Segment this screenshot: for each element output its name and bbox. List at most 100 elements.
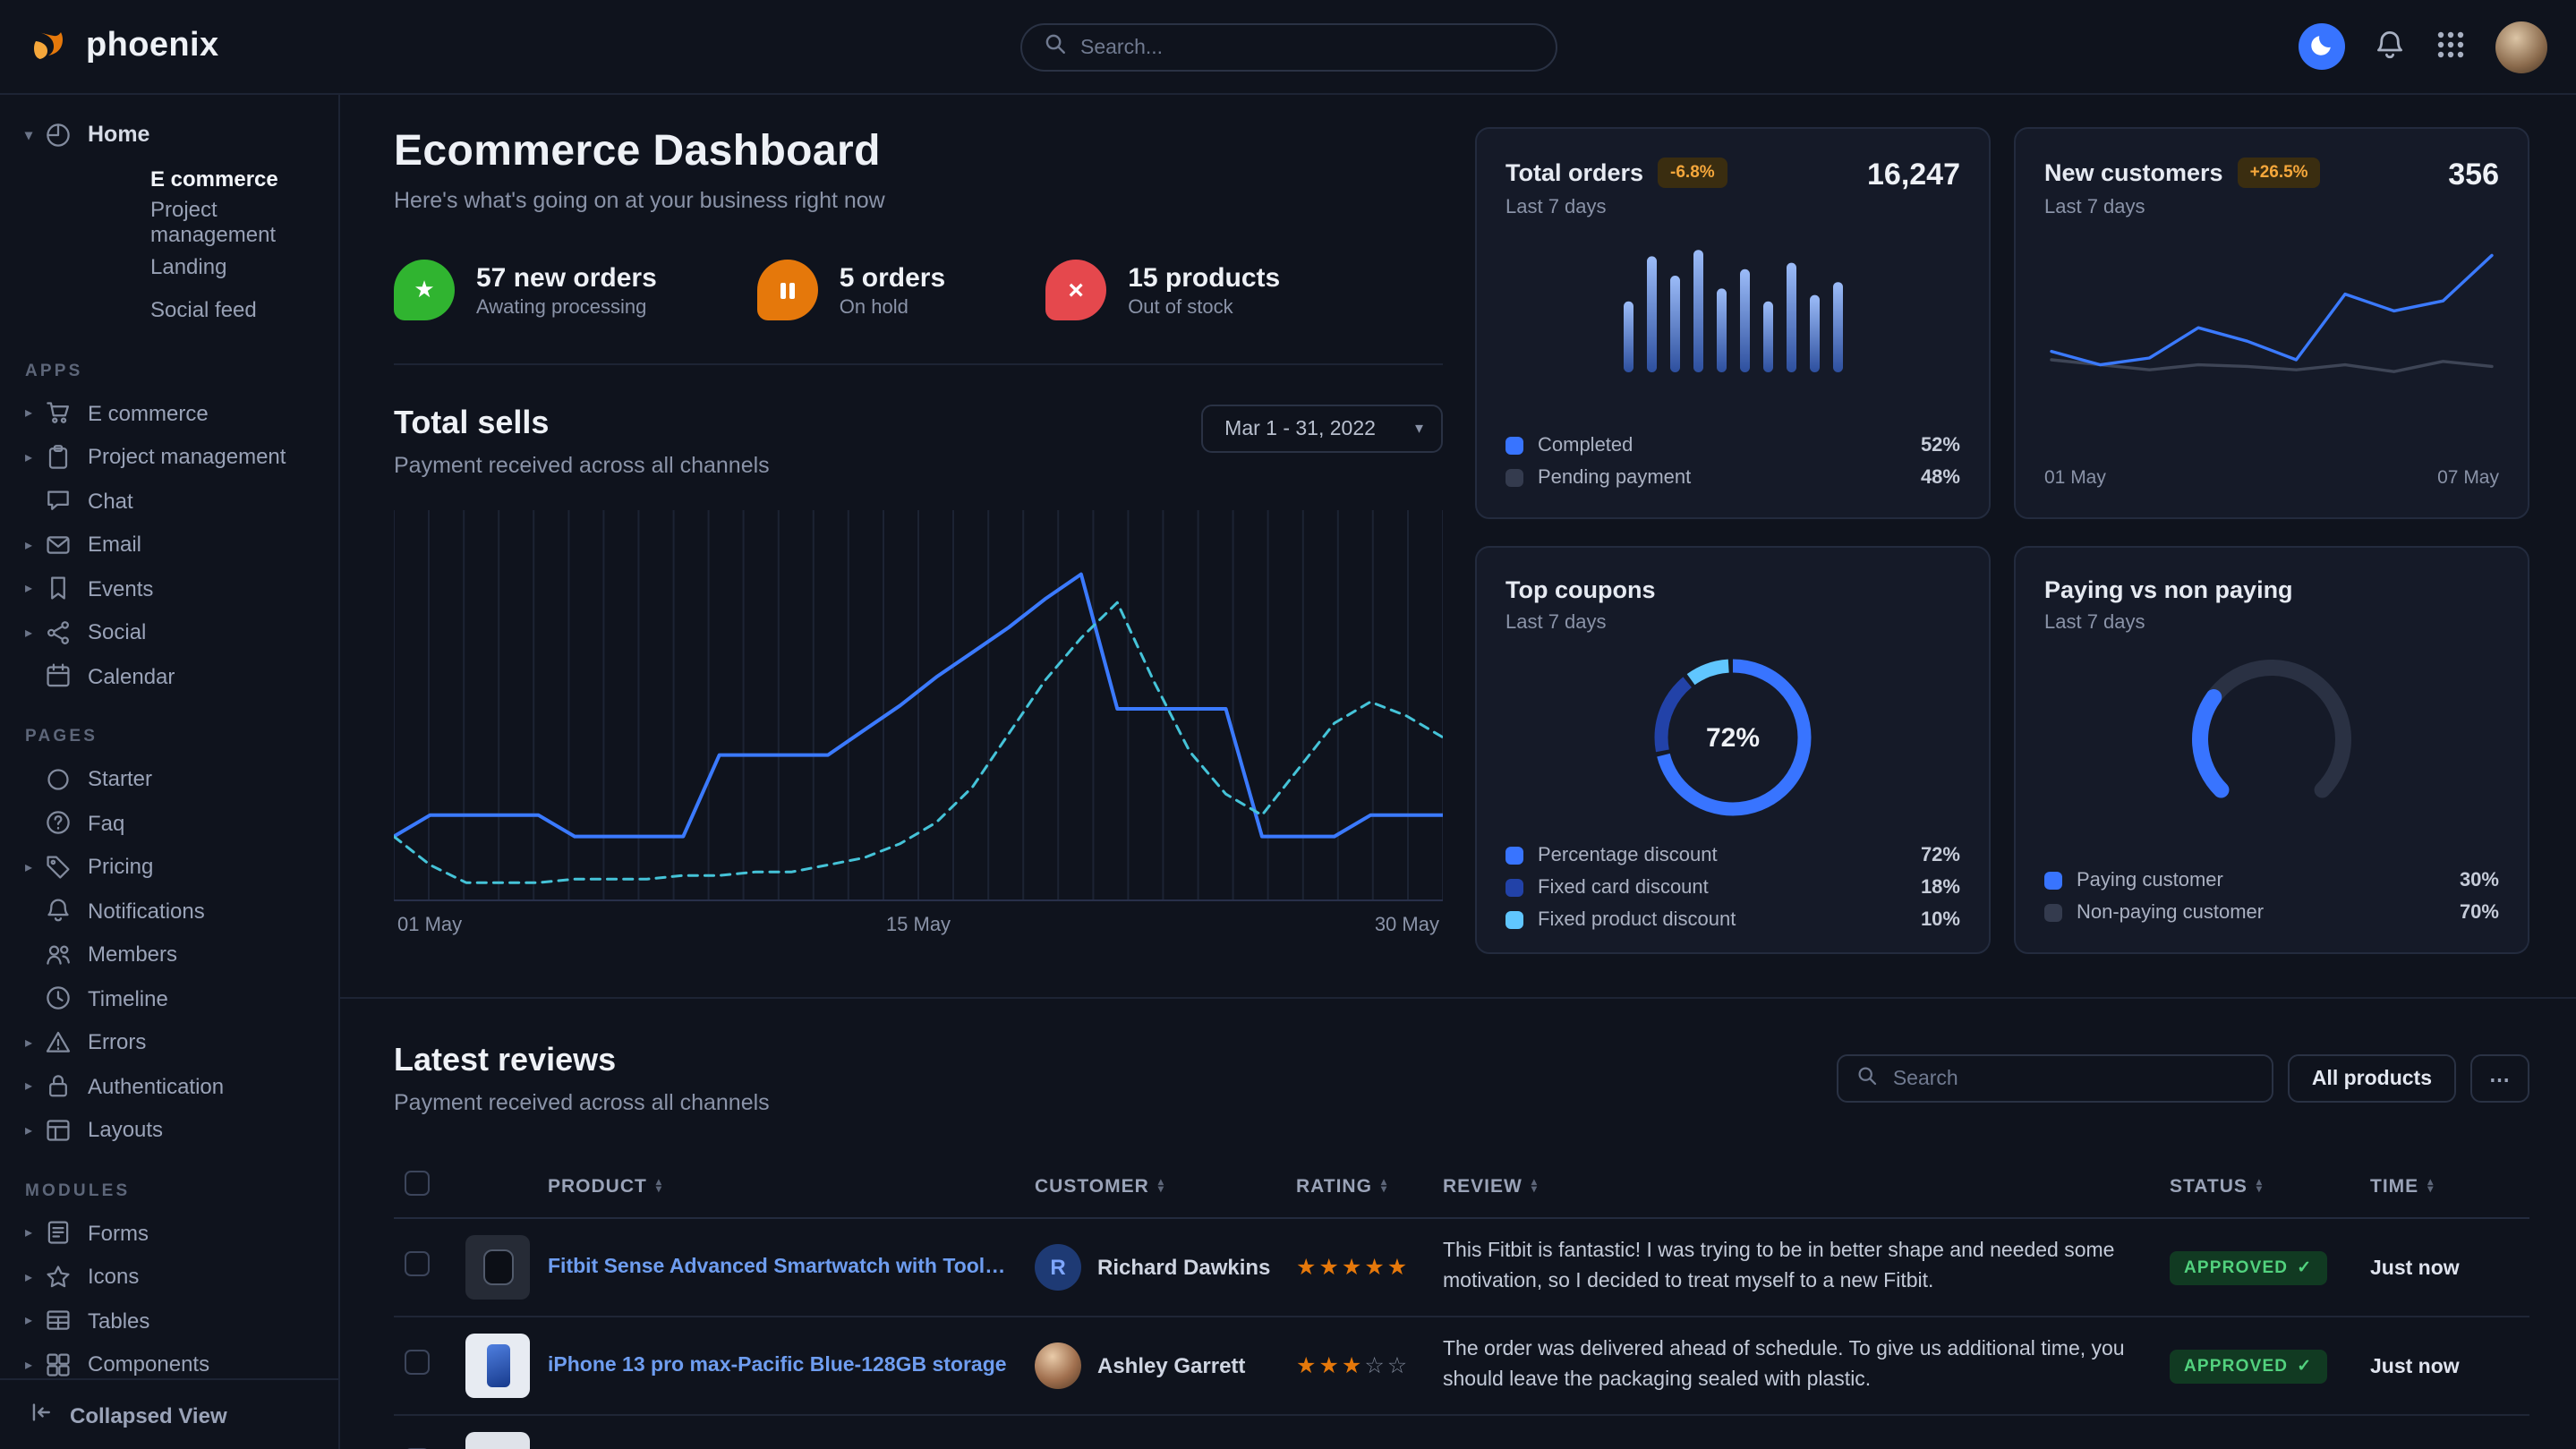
sidebar-item-layouts[interactable]: ▸ Layouts [0, 1108, 338, 1152]
sidebar-item-errors[interactable]: ▸Errors [0, 1020, 338, 1064]
more-options-button[interactable]: ⋯ [2469, 1054, 2529, 1103]
sidebar-item-authentication[interactable]: ▸Authentication [0, 1064, 338, 1108]
column-header-rating[interactable]: RATING▴▾ [1285, 1155, 1432, 1218]
sidebar-item-label: Components [88, 1352, 209, 1377]
chevron-down-icon: ▾ [1415, 419, 1423, 439]
share-icon [45, 619, 72, 646]
row-checkbox[interactable] [405, 1349, 430, 1374]
legend-item: Completed52% [1506, 435, 1960, 456]
sort-icon: ▴▾ [1158, 1179, 1164, 1193]
sidebar-item-label: E commerce [88, 401, 209, 426]
sidebar-item-events[interactable]: ▸Events [0, 567, 338, 610]
stat-caption: Awating processing [476, 296, 657, 318]
page-title: Ecommerce Dashboard [394, 127, 1443, 177]
legend-item: Paying customer 30% [2044, 870, 2499, 891]
rating-stars: ★★★☆☆ [1296, 1353, 1410, 1378]
sidebar-item-pricing[interactable]: ▸Pricing [0, 845, 338, 889]
row-checkbox[interactable] [405, 1250, 430, 1275]
paying-vs-nonpaying-card: Paying vs non paying Last 7 days Paying … [2014, 546, 2529, 954]
sidebar-item-label: Layouts [88, 1118, 163, 1143]
sidebar-item-e-commerce[interactable]: E commerce [0, 157, 338, 200]
select-all-checkbox[interactable] [405, 1171, 430, 1196]
sidebar-item-timeline[interactable]: Timeline [0, 976, 338, 1020]
collapsed-view-toggle[interactable]: Collapsed View [0, 1378, 338, 1449]
quick-stat-0: ★ 57 new orders Awating processing [394, 260, 657, 320]
sidebar-item-social[interactable]: ▸ Social [0, 610, 338, 654]
table-icon [45, 1308, 72, 1334]
navbar-search[interactable] [1019, 23, 1557, 72]
user-avatar[interactable] [2495, 21, 2547, 72]
lock-icon [45, 1073, 72, 1100]
caret-icon: ▸ [25, 1078, 45, 1095]
stat-caption: Out of stock [1128, 296, 1280, 318]
sidebar-item-project-management[interactable]: ▸Project management [0, 435, 338, 479]
customer-name: Richard Dawkins [1097, 1255, 1270, 1280]
sidebar-item-label: Errors [88, 1030, 146, 1055]
product-link[interactable]: Fitbit Sense Advanced Smartwatch with To… [548, 1257, 1013, 1278]
sidebar-item-faq[interactable]: Faq [0, 801, 338, 845]
brand[interactable]: phoenix [29, 25, 219, 68]
avatar: R [1035, 1244, 1081, 1291]
caret-icon: ▸ [25, 1122, 45, 1138]
sidebar-item-home[interactable]: ▾Home [0, 113, 338, 157]
notifications-button[interactable] [2374, 28, 2406, 65]
star-filled-icon: ★ [1296, 1255, 1318, 1280]
x-axis-start: 01 May [2044, 467, 2106, 489]
sidebar-item-starter[interactable]: Starter [0, 757, 338, 801]
sidebar-item-forms[interactable]: ▸Forms [0, 1211, 338, 1255]
sidebar-item-icons[interactable]: ▸Icons [0, 1255, 338, 1299]
main-content: Ecommerce Dashboard Here's what's going … [340, 95, 2576, 1449]
column-header-customer[interactable]: CUSTOMER▴▾ [1024, 1155, 1285, 1218]
sidebar-item-members[interactable]: Members [0, 933, 338, 976]
column-header-status[interactable]: STATUS▴▾ [2159, 1155, 2359, 1218]
date-range-value: Mar 1 - 31, 2022 [1224, 418, 1376, 439]
review-row: iPhone 13 pro max-Pacific Blue-128GB sto… [394, 1317, 2529, 1415]
legend-label: Paying customer [2077, 870, 2223, 891]
reviews-search-input[interactable] [1893, 1068, 2255, 1089]
apps-grid-button[interactable] [2435, 28, 2467, 65]
sidebar-item-label: Tables [88, 1308, 149, 1334]
legend-item: Pending payment48% [1506, 467, 1960, 489]
caret-icon: ▸ [25, 449, 45, 465]
column-header-time[interactable]: TIME▴▾ [2359, 1155, 2529, 1218]
caret-icon: ▸ [25, 1357, 45, 1373]
rating-stars: ★★★★★ [1296, 1255, 1410, 1280]
sidebar-item-e-commerce[interactable]: ▸E commerce [0, 391, 338, 435]
brand-name: phoenix [86, 27, 219, 66]
star-icon: ★ [394, 260, 455, 320]
stat-value: 57 new orders [476, 262, 657, 293]
all-products-button[interactable]: All products [2289, 1054, 2455, 1103]
check-icon: ✓ [2297, 1258, 2312, 1278]
column-header-product[interactable]: PRODUCT▴▾ [537, 1155, 1024, 1218]
caret-icon: ▸ [25, 859, 45, 875]
theme-toggle-button[interactable] [2299, 23, 2345, 70]
card-period: Last 7 days [2044, 612, 2293, 634]
sort-icon: ▴▾ [1381, 1179, 1387, 1193]
product-link[interactable]: iPhone 13 pro max-Pacific Blue-128GB sto… [548, 1355, 1013, 1377]
quick-stat-1: 5 ordersOn hold [757, 260, 945, 320]
sidebar-item-social-feed[interactable]: Social feed [0, 288, 338, 332]
grid-icon [2435, 28, 2467, 65]
x-axis-end: 07 May [2437, 467, 2499, 489]
sidebar-item-label: Social [88, 620, 146, 645]
card-period: Last 7 days [2044, 197, 2321, 218]
date-range-select[interactable]: Mar 1 - 31, 2022 ▾ [1201, 405, 1443, 453]
sidebar-item-chat[interactable]: Chat [0, 479, 338, 523]
sidebar-item-calendar[interactable]: Calendar [0, 654, 338, 698]
column-header-review[interactable]: REVIEW▴▾ [1432, 1155, 2159, 1218]
clock-icon [45, 985, 72, 1012]
reviews-search[interactable] [1838, 1054, 2274, 1103]
legend-value: 52% [1921, 435, 1960, 456]
sort-icon: ▴▾ [656, 1179, 662, 1193]
bell-icon [45, 898, 72, 925]
sidebar-item-landing[interactable]: Landing [0, 244, 338, 288]
navbar-search-input[interactable] [1080, 37, 1533, 58]
sidebar-item-project-management[interactable]: Project management [0, 200, 338, 244]
sidebar-item-notifications[interactable]: Notifications [0, 889, 338, 933]
sidebar-item-email[interactable]: ▸Email [0, 523, 338, 567]
status-badge: APPROVED✓ [2170, 1350, 2326, 1384]
sidebar-item-tables[interactable]: ▸Tables [0, 1299, 338, 1342]
legend-value: 30% [2460, 870, 2499, 891]
total-sells-x-axis: 01 May15 May30 May [394, 915, 1443, 936]
caret-icon: ▸ [25, 625, 45, 641]
